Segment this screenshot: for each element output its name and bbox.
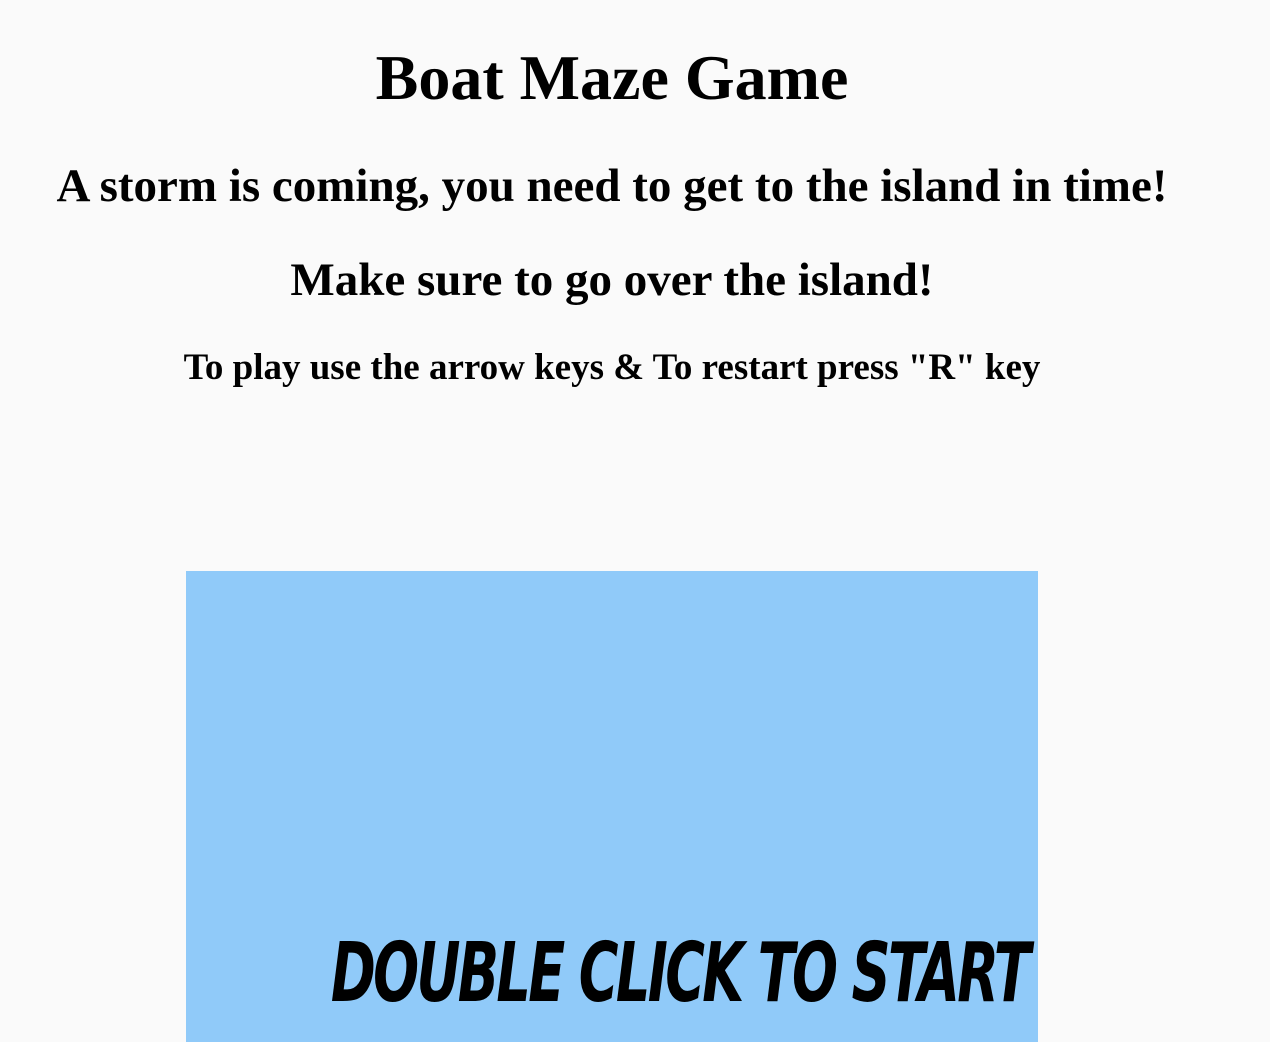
page-title: Boat Maze Game (375, 42, 849, 113)
game-page: Boat Maze Game A storm is coming, you ne… (0, 0, 1270, 1042)
story-subtitle: A storm is coming, you need to get to th… (56, 160, 1168, 212)
controls-instructions: To play use the arrow keys & To restart … (183, 347, 1041, 388)
island-hint: Make sure to go over the island! (290, 254, 934, 306)
game-canvas[interactable] (186, 571, 1038, 1042)
